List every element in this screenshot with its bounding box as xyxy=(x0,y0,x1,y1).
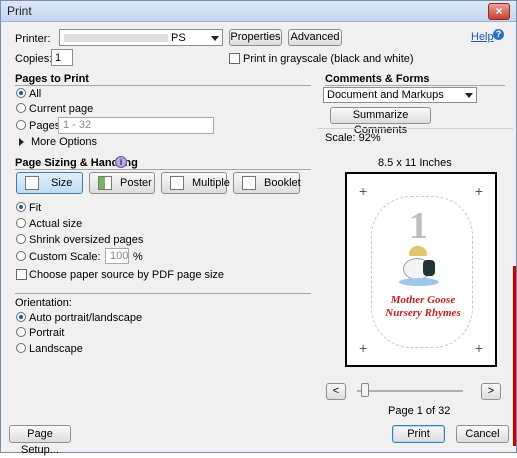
printer-label: Printer: xyxy=(15,33,51,45)
custom-scale-label: Custom Scale: xyxy=(29,251,101,263)
crop-mark-icon: + xyxy=(359,183,368,199)
auto-orientation-label: Auto portrait/landscape xyxy=(29,312,143,324)
portrait-label: Portrait xyxy=(29,327,65,339)
pages-header: Pages to Print xyxy=(15,73,89,85)
crop-mark-icon: + xyxy=(474,340,483,356)
tab-size[interactable]: Size xyxy=(16,172,83,194)
chevron-down-icon xyxy=(465,93,473,98)
pages-all-label: All xyxy=(29,88,42,100)
tab-size-label: Size xyxy=(51,177,73,189)
tab-multiple-label: Multiple xyxy=(192,177,230,189)
booklet-icon xyxy=(242,176,256,190)
copies-value: 1 xyxy=(55,52,62,64)
tab-poster-label: Poster xyxy=(120,177,152,189)
custom-scale-input[interactable]: 100 xyxy=(105,248,129,264)
chevron-down-icon xyxy=(211,35,219,41)
pages-current-radio[interactable] xyxy=(16,103,26,113)
copies-input[interactable]: 1 xyxy=(51,49,73,66)
tab-poster[interactable]: Poster xyxy=(89,172,155,194)
page-slider-track[interactable] xyxy=(357,390,463,392)
landscape-label: Landscape xyxy=(29,343,83,355)
expand-arrow-icon[interactable] xyxy=(19,138,24,146)
printer-name-suffix: PS xyxy=(171,32,186,44)
preview-page: + + + + 1 Mother Goose Nursery Rhymes xyxy=(345,172,497,367)
fit-radio[interactable] xyxy=(16,202,26,212)
window-edge-strip xyxy=(513,266,516,446)
summarize-comments-button[interactable]: Summarize Comments xyxy=(330,107,431,136)
custom-scale-radio[interactable] xyxy=(16,251,26,261)
tab-booklet[interactable]: Booklet xyxy=(233,172,301,194)
print-dialog: Print × Printer: PS Properties Advanced … xyxy=(0,0,517,456)
grayscale-checkbox[interactable] xyxy=(229,53,240,64)
fit-label: Fit xyxy=(29,202,42,214)
multiple-icon xyxy=(170,176,184,190)
cover-title-line1: Mother Goose xyxy=(390,294,456,306)
page-count-label: Page 1 of 32 xyxy=(388,405,451,417)
comments-header: Comments & Forms xyxy=(325,73,430,85)
chapter-number: 1 xyxy=(409,205,428,247)
next-page-button[interactable]: > xyxy=(481,383,501,400)
properties-button[interactable]: Properties xyxy=(229,29,282,46)
comments-select[interactable]: Document and Markups xyxy=(323,87,477,103)
auto-orientation-radio[interactable] xyxy=(16,312,26,322)
tab-multiple[interactable]: Multiple xyxy=(161,172,230,194)
printer-name-redacted xyxy=(64,34,168,42)
shrink-radio[interactable] xyxy=(16,234,26,244)
size-icon xyxy=(25,176,39,190)
grayscale-label: Print in grayscale (black and white) xyxy=(243,53,414,65)
help-link[interactable]: Help xyxy=(471,31,494,43)
divider xyxy=(317,128,513,129)
window-title: Print xyxy=(7,4,32,18)
paper-source-label: Choose paper source by PDF page size xyxy=(29,269,225,281)
divider xyxy=(15,293,311,294)
actual-size-radio[interactable] xyxy=(16,218,26,228)
pages-range-radio[interactable] xyxy=(16,120,26,130)
tab-booklet-label: Booklet xyxy=(264,177,301,189)
title-bar: Print × xyxy=(1,1,516,22)
print-button[interactable]: Print xyxy=(392,425,445,443)
comments-select-value: Document and Markups xyxy=(327,89,444,101)
pages-range-input[interactable]: 1 - 32 xyxy=(58,117,214,134)
crop-mark-icon: + xyxy=(359,340,368,356)
pages-range-label: Pages xyxy=(29,120,61,132)
prev-page-button[interactable]: < xyxy=(326,383,346,400)
paper-size-label: 8.5 x 11 Inches xyxy=(378,157,452,169)
cover-title-line2: Nursery Rhymes xyxy=(385,307,461,319)
divider xyxy=(15,85,311,86)
orientation-header: Orientation: xyxy=(15,297,72,309)
page-setup-button[interactable]: Page Setup... xyxy=(9,425,71,456)
advanced-button[interactable]: Advanced xyxy=(288,29,342,46)
pages-all-radio[interactable] xyxy=(16,88,26,98)
percent-label: % xyxy=(133,251,143,263)
pages-current-label: Current page xyxy=(29,103,94,115)
paper-source-checkbox[interactable] xyxy=(16,269,27,280)
portrait-radio[interactable] xyxy=(16,327,26,337)
divider xyxy=(325,85,505,86)
scale-label: Scale: 92% xyxy=(325,132,381,144)
crop-mark-icon: + xyxy=(474,183,483,199)
page-slider-thumb[interactable] xyxy=(361,383,369,397)
poster-icon xyxy=(98,176,112,190)
landscape-radio[interactable] xyxy=(16,343,26,353)
more-options-link[interactable]: More Options xyxy=(31,136,97,148)
divider xyxy=(15,169,311,170)
close-button[interactable]: × xyxy=(488,3,510,20)
info-icon[interactable]: i xyxy=(115,156,127,168)
actual-size-label: Actual size xyxy=(29,218,83,230)
cancel-button[interactable]: Cancel xyxy=(456,425,509,443)
shrink-label: Shrink oversized pages xyxy=(29,234,144,246)
goose-illustration xyxy=(399,246,443,286)
help-icon[interactable]: ? xyxy=(493,29,504,40)
printer-select[interactable]: PS xyxy=(59,29,223,46)
copies-label: Copies: xyxy=(15,53,53,65)
